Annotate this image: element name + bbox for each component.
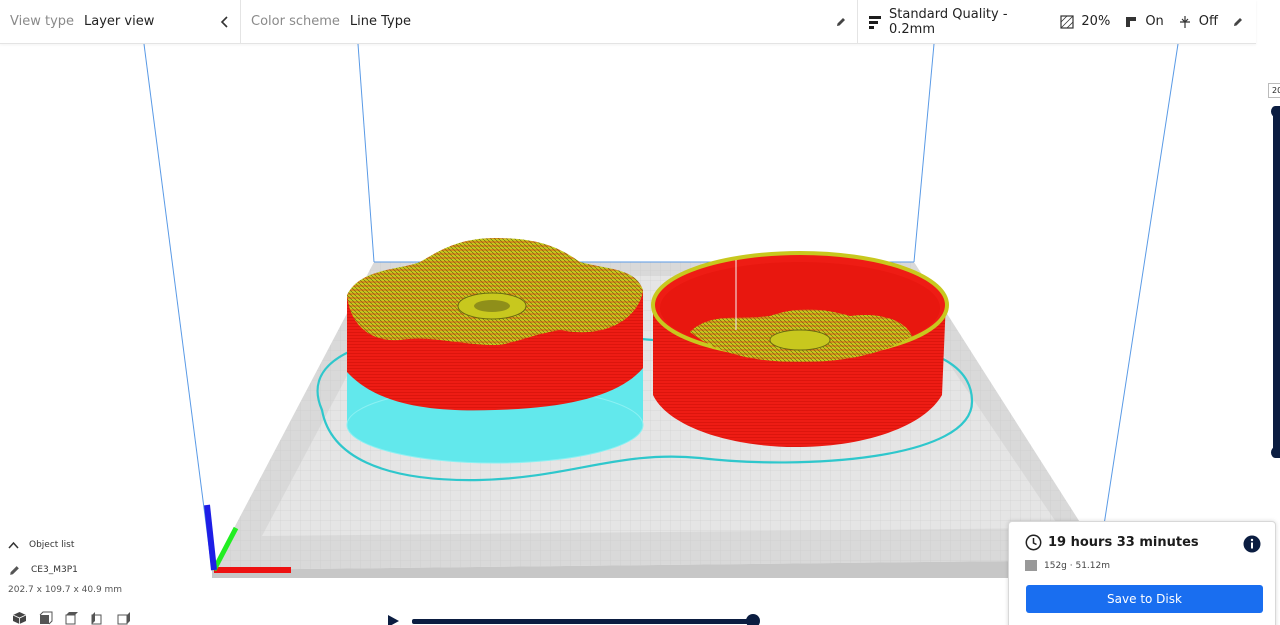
save-to-disk-button[interactable]: Save to Disk	[1026, 585, 1263, 613]
color-scheme-selector[interactable]: Color scheme Line Type	[241, 0, 858, 43]
object-name: CE3_M3P1	[31, 565, 78, 575]
top-layer-number[interactable]: 20	[1268, 83, 1280, 98]
print-summary-panel: 19 hours 33 minutes 152g · 51.12m Save t…	[1008, 521, 1276, 625]
support-value: On	[1145, 14, 1164, 29]
view-type-value: Layer view	[84, 14, 155, 29]
view-toolbar: View type Layer view Color scheme Line T…	[0, 0, 1256, 44]
front-view-icon[interactable]	[38, 611, 53, 625]
pencil-icon[interactable]	[1232, 16, 1244, 28]
quality-value: Standard Quality - 0.2mm	[889, 6, 1008, 37]
adhesion-icon	[1178, 15, 1192, 29]
3d-view-icon[interactable]	[12, 611, 27, 625]
adhesion-setting[interactable]: Off	[1178, 14, 1218, 29]
spool-icon	[1025, 559, 1038, 572]
pencil-icon[interactable]	[835, 16, 847, 28]
print-settings-summary[interactable]: Standard Quality - 0.2mm 20% On Off	[858, 0, 1256, 43]
chevron-left-icon[interactable]	[220, 15, 230, 28]
quality-setting[interactable]: Standard Quality - 0.2mm	[868, 7, 1046, 37]
clock-icon	[1025, 534, 1042, 551]
camera-view-buttons	[12, 611, 131, 625]
color-scheme-label: Color scheme	[251, 14, 340, 29]
top-view-icon[interactable]	[64, 611, 79, 625]
print-time: 19 hours 33 minutes	[1048, 535, 1199, 550]
layer-slider-top-handle[interactable]	[1271, 106, 1280, 117]
material-usage-row: 152g · 51.12m	[1025, 559, 1259, 572]
object-list-label: Object list	[29, 540, 75, 550]
object-list-panel: Object list CE3_M3P1 202.7 x 109.7 x 40.…	[8, 536, 122, 595]
pencil-icon[interactable]	[8, 564, 21, 577]
color-scheme-value: Line Type	[349, 14, 411, 29]
view-type-label: View type	[10, 14, 75, 29]
object-name-row[interactable]: CE3_M3P1	[8, 561, 122, 579]
adhesion-value: Off	[1198, 14, 1218, 29]
material-usage: 152g · 51.12m	[1044, 560, 1111, 571]
path-slider-handle[interactable]	[746, 614, 760, 625]
infill-value: 20%	[1081, 14, 1111, 29]
object-dimensions: 202.7 x 109.7 x 40.9 mm	[8, 585, 123, 595]
view-type-selector[interactable]: View type Layer view	[0, 0, 241, 43]
model-right	[651, 251, 949, 448]
infill-setting[interactable]: 20%	[1060, 14, 1110, 29]
chevron-up-icon[interactable]	[8, 541, 19, 549]
print-time-row: 19 hours 33 minutes	[1025, 534, 1259, 551]
info-icon[interactable]	[1243, 535, 1261, 553]
infill-icon	[1060, 14, 1075, 29]
support-setting[interactable]: On	[1124, 14, 1164, 29]
quality-bars-icon	[868, 15, 882, 29]
support-icon	[1124, 15, 1138, 29]
layer-slider-track[interactable]	[1273, 112, 1280, 454]
layer-slider-bottom-handle[interactable]	[1271, 447, 1280, 458]
right-view-icon[interactable]	[116, 611, 131, 625]
object-list-toggle[interactable]: Object list	[8, 536, 122, 554]
path-slider-track[interactable]	[412, 619, 758, 624]
play-icon[interactable]	[386, 614, 400, 625]
left-view-icon[interactable]	[90, 611, 105, 625]
